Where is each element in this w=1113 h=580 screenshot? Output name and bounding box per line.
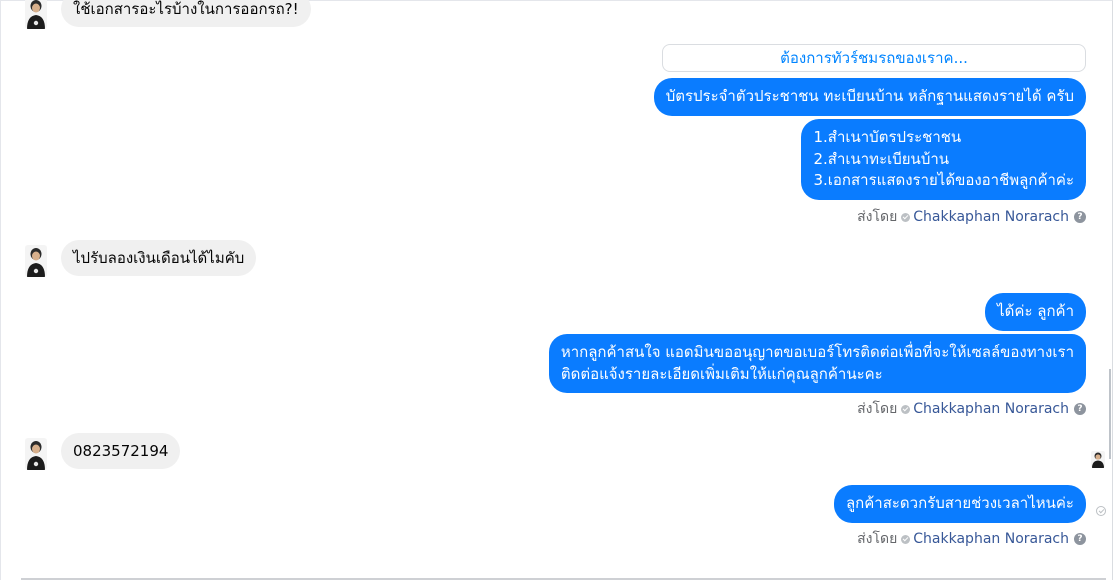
outgoing-message: ลูกค้าสะดวกรับสายช่วงเวลาไหนค่ะ [833,485,1086,523]
message-text: 0823572194 [73,442,169,460]
message-text: ไปรับลองเงินเดือนได้ไมคับ [73,249,245,267]
message-text: ได้ค่ะ ลูกค้า [997,302,1074,320]
quick-reply-button[interactable]: ต้องการทัวร์ชมรถของเราค... [662,44,1086,72]
outgoing-message: หากลูกค้าสนใจ แอดมินขออนุญาตขอเบอร์โทรติ… [548,334,1086,393]
sender-name-link[interactable]: Chakkaphan Norarach [913,531,1069,547]
verified-check-icon [901,212,911,222]
message-line: 2.สำเนาทะเบียนบ้าน [813,149,950,168]
message-line: 1.สำเนาบัตรประชาชน [813,128,962,146]
sender-name-link[interactable]: Chakkaphan Norarach [913,401,1069,417]
scrollbar[interactable] [1109,369,1111,459]
incoming-message: ไปรับลองเงินเดือนได้ไมคับ [61,240,257,276]
message-text: บัตรประจำตัวประชาชน ทะเบียนบ้าน หลักฐานแ… [665,87,1074,105]
quick-reply-label: ต้องการทัวร์ชมรถของเราค... [780,49,968,67]
incoming-message: ใช้เอกสารอะไรบ้างในการออกรถ?! [61,0,311,27]
sender-name-link[interactable]: Chakkaphan Norarach [913,209,1069,225]
sent-by-label: ส่งโดย Chakkaphan Norarach ? [857,206,1086,228]
sent-by-label: ส่งโดย Chakkaphan Norarach ? [857,398,1086,420]
customer-avatar[interactable] [25,245,47,277]
verified-check-icon [901,534,911,544]
message-line: ติดต่อแจ้งรายละเอียดเพิ่มเติมให้แก่คุณลู… [560,364,883,383]
message-line: 3.เอกสารแสดงรายได้ของอาชีพลูกค้าค่ะ [813,171,1074,189]
delivered-check-icon [1096,506,1106,516]
question-mark-icon[interactable]: ? [1074,211,1086,223]
sent-by-prefix: ส่งโดย [857,209,898,225]
sent-by-prefix: ส่งโดย [857,531,898,547]
outgoing-message: บัตรประจำตัวประชาชน ทะเบียนบ้าน หลักฐานแ… [653,78,1086,116]
message-line: หากลูกค้าสนใจ แอดมินขออนุญาตขอเบอร์โทรติ… [560,343,1074,361]
question-mark-icon[interactable]: ? [1074,533,1086,545]
sent-by-label: ส่งโดย Chakkaphan Norarach ? [857,528,1086,550]
outgoing-message: 1.สำเนาบัตรประชาชน 2.สำเนาทะเบียนบ้าน 3.… [801,119,1086,200]
message-text: ใช้เอกสารอะไรบ้างในการออกรถ?! [73,0,299,18]
chat-thread: ใช้เอกสารอะไรบ้างในการออกรถ?! ต้องการทัว… [0,0,1113,580]
incoming-message: 0823572194 [61,433,181,469]
customer-avatar[interactable] [25,438,47,470]
question-mark-icon[interactable]: ? [1074,403,1086,415]
sent-by-prefix: ส่งโดย [857,401,898,417]
seen-by-avatar [1091,451,1105,468]
customer-avatar[interactable] [25,0,47,29]
verified-check-icon [901,404,911,414]
message-text: ลูกค้าสะดวกรับสายช่วงเวลาไหนค่ะ [845,494,1074,512]
outgoing-message: ได้ค่ะ ลูกค้า [985,293,1086,331]
